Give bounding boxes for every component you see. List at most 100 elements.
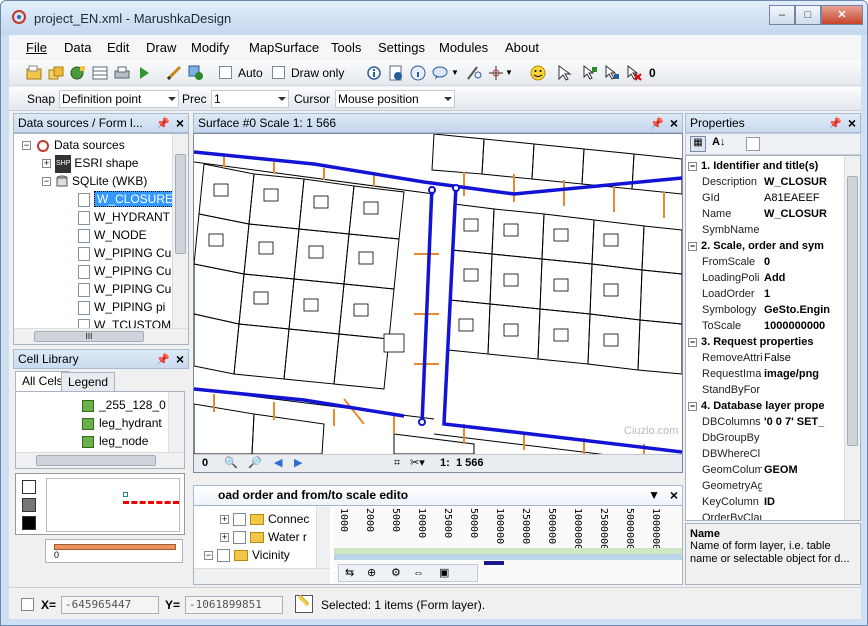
layer-item[interactable]: W_PIPING pi [78,298,165,316]
layer-item[interactable]: W_PIPING Cu [78,262,171,280]
collapse-icon[interactable]: − [42,177,51,187]
menu-tools[interactable]: Tools [331,40,361,55]
pan-right-icon[interactable]: ▶ [294,455,302,471]
close-icon[interactable]: × [176,114,184,132]
target-icon[interactable]: ⊕ [367,565,376,581]
pin-icon[interactable]: 📌 [828,115,842,132]
cell-list-hscroll[interactable] [16,452,184,468]
property-row[interactable]: LoadingPoli Add [686,270,838,286]
info-circle-icon[interactable] [409,64,427,82]
deselect-icon[interactable] [625,64,643,82]
properties-header[interactable]: Properties 📌 × [685,113,861,133]
cell-list-vscroll[interactable] [168,392,184,452]
color-swatch-white[interactable] [22,480,36,494]
select-layer-icon[interactable] [581,64,599,82]
property-row[interactable]: KeyColumn ID [686,494,838,510]
scroll-thumb[interactable]: III [34,331,144,342]
precision-select[interactable]: 1 [211,90,289,108]
property-pages-icon[interactable] [746,137,760,151]
layer-checkbox[interactable] [233,531,246,545]
property-value[interactable]: A81EAEEF [764,190,838,206]
pan-left-icon[interactable]: ◀ [274,455,282,471]
color-swatch-gray[interactable] [22,498,36,512]
y-coordinate-field[interactable]: -1061899851 [185,596,283,614]
menu-about[interactable]: About [505,40,539,55]
auto-checkbox[interactable] [219,66,232,79]
speech-bubble-icon[interactable] [431,64,449,82]
scroll-thumb[interactable] [36,455,156,466]
property-row[interactable]: OrderByClau [686,510,838,520]
map-canvas[interactable]: Ciuzlo.com 0 🔍 🔎 ◀ ▶ ⌗ ✂▾ 1: 1 566 [193,133,683,473]
cell-item[interactable]: _255_128_0 [82,396,166,414]
property-category[interactable]: −4. Database layer prope [686,398,838,414]
property-row[interactable]: SymbName [686,222,838,238]
property-row[interactable]: GeometryAg [686,478,838,494]
x-coordinate-field[interactable]: -645965447 [61,596,159,614]
cell-item[interactable]: leg_node [82,432,148,450]
chevron-down-icon[interactable]: ▼ [648,486,660,504]
layer-item[interactable]: W_PIPING Cu [78,280,171,298]
menu-mapsurface[interactable]: MapSurface [249,40,319,55]
menu-settings[interactable]: Settings [378,40,425,55]
property-category[interactable]: −2. Scale, order and sym [686,238,838,254]
property-row[interactable]: GId A81EAEEF [686,190,838,206]
snap-tool-icon[interactable] [187,64,205,82]
zoom-range-icon[interactable]: ⇔ [413,565,424,581]
layer-item[interactable]: W_PIPING Cu [78,244,171,262]
property-row[interactable]: Name W_CLOSUR [686,206,838,222]
expand-icon[interactable]: + [42,159,51,169]
collapse-icon[interactable]: − [204,551,213,561]
line-width-slider[interactable]: 0 [45,539,183,563]
collapse-icon[interactable]: − [688,241,697,251]
layer-checkbox[interactable] [217,549,230,563]
chevron-down-icon[interactable]: ▼ [505,68,513,77]
expand-icon[interactable]: + [220,533,229,543]
gear-icon[interactable]: ⚙ [391,565,401,581]
collapse-icon[interactable]: − [22,141,31,151]
print-icon[interactable] [113,64,131,82]
property-row[interactable]: DbGroupBy [686,430,838,446]
measure-icon[interactable] [465,64,483,82]
menu-data[interactable]: Data [64,40,91,55]
maximize-button[interactable]: □ [795,5,821,25]
property-value[interactable]: ID [764,494,838,510]
scroll-thumb[interactable] [847,176,858,446]
pencil-icon[interactable] [165,64,183,82]
cursor-mode-select[interactable]: Mouse position [335,90,455,108]
sort-az-icon[interactable]: A↓ [712,136,725,148]
scale-tree-vscroll[interactable] [316,506,330,570]
layers-icon[interactable] [47,64,65,82]
menu-edit[interactable]: Edit [107,40,129,55]
property-value[interactable]: '0 0 7' SET_ [764,414,838,430]
property-value[interactable]: 0 [764,254,838,270]
property-row[interactable]: LoadOrder 1 [686,286,838,302]
expand-icon[interactable]: + [220,515,229,525]
property-value[interactable]: 1 [764,286,838,302]
title-bar[interactable]: project_EN.xml - MarushkaDesign – □ ✕ [1,1,867,35]
scale-tree-item[interactable]: + Connec [220,510,309,528]
close-icon[interactable]: × [670,486,678,504]
datasources-hscroll[interactable]: III [14,328,188,344]
close-button[interactable]: ✕ [821,5,863,25]
property-row[interactable]: Symbology GeSto.Engin [686,302,838,318]
crosshair-icon[interactable] [487,64,505,82]
tab-legend[interactable]: Legend [61,372,116,392]
color-swatch-black[interactable] [22,516,36,530]
property-value[interactable]: 1000000000 [764,318,838,334]
layer-item[interactable]: W_HYDRANT [78,208,170,226]
select-multi-icon[interactable] [603,64,621,82]
property-row[interactable]: Description W_CLOSUR [686,174,838,190]
scale-bar-selected[interactable] [484,561,504,565]
close-icon[interactable]: × [176,350,184,368]
zoom-in-icon[interactable]: 🔍 [224,455,238,471]
run-icon[interactable] [135,64,153,82]
tree-item-sqlite[interactable]: − SQLite (WKB) [42,172,147,190]
map-drawing[interactable]: Ciuzlo.com [194,134,682,454]
close-icon[interactable]: × [670,114,678,132]
draw-only-checkbox[interactable] [272,66,285,79]
property-row[interactable]: DBColumns '0 0 7' SET_ [686,414,838,430]
coords-checkbox[interactable] [21,598,34,611]
scale-tree-hscroll[interactable] [194,568,330,584]
collapse-icon[interactable]: − [688,401,697,411]
pin-icon[interactable]: 📌 [156,115,170,132]
